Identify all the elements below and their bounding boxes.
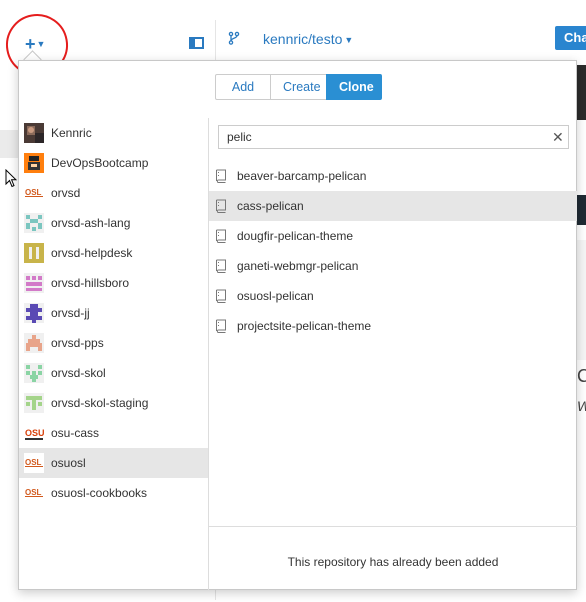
- account-label: Kennric: [51, 126, 92, 140]
- repo-icon: [216, 229, 226, 243]
- repository-name: dougfir-pelican-theme: [237, 229, 354, 243]
- identicon-icon: [24, 303, 44, 323]
- changes-button[interactable]: Cha: [555, 26, 586, 50]
- user-avatar: [24, 123, 44, 143]
- current-repository-link[interactable]: kennric/testo ▼: [263, 31, 353, 47]
- svg-text:OSL: OSL: [25, 458, 42, 467]
- account-label: orvsd-skol: [51, 366, 106, 380]
- account-label: orvsd-pps: [51, 336, 104, 350]
- account-label: orvsd-ash-lang: [51, 216, 131, 230]
- svg-text:OSL: OSL: [25, 188, 42, 197]
- repo-branch-icon: [228, 31, 240, 45]
- identicon-icon: [24, 243, 44, 263]
- account-item-orvsd[interactable]: OSL orvsd: [19, 178, 208, 208]
- repo-icon: [216, 199, 226, 213]
- osl-logo-icon: OSL: [24, 483, 44, 503]
- account-label: osuosl-cookbooks: [51, 486, 148, 500]
- svg-text:OSL: OSL: [25, 488, 42, 497]
- current-repository-name: kennric/testo: [263, 31, 343, 47]
- repository-list: beaver-barcamp-pelican cass-pelican doug…: [209, 161, 577, 341]
- sidebar-toggle-icon[interactable]: [189, 37, 204, 49]
- account-item-orvsd-hillsboro[interactable]: orvsd-hillsboro: [19, 268, 208, 298]
- identicon-icon: [24, 273, 44, 293]
- account-label: orvsd: [51, 186, 81, 200]
- identicon-icon: [24, 333, 44, 353]
- repo-icon: [216, 289, 226, 303]
- background-panel: [577, 195, 586, 225]
- repository-name: projectsite-pelican-theme: [237, 319, 372, 333]
- repo-icon: [216, 259, 226, 273]
- repository-item[interactable]: cass-pelican: [209, 191, 577, 221]
- account-label: DevOpsBootcamp: [51, 156, 149, 170]
- repository-name: cass-pelican: [237, 199, 304, 213]
- repository-item[interactable]: osuosl-pelican: [209, 281, 577, 311]
- repository-item[interactable]: projectsite-pelican-theme: [209, 311, 577, 341]
- account-label: osu-cass: [51, 426, 100, 440]
- account-item-devopsbootcamp[interactable]: DevOpsBootcamp: [19, 148, 208, 178]
- background-panel: [577, 65, 586, 120]
- repository-item[interactable]: ganeti-webmgr-pelican: [209, 251, 577, 281]
- account-label: orvsd-hillsboro: [51, 276, 130, 290]
- osl-logo-icon: OSL: [24, 183, 44, 203]
- background-text: W: [577, 398, 586, 414]
- account-item-orvsd-helpdesk[interactable]: orvsd-helpdesk: [19, 238, 208, 268]
- tab-bar: Add Create Clone: [215, 74, 382, 100]
- account-label: orvsd-jj: [51, 306, 90, 320]
- account-item-kennric[interactable]: Kennric: [19, 118, 208, 148]
- account-list: Kennric DevOpsBootcamp OSL orvsd orvsd-a…: [19, 118, 209, 590]
- background-panel: [0, 130, 18, 158]
- identicon-icon: [24, 363, 44, 383]
- divider: [209, 526, 577, 527]
- svg-text:OSU: OSU: [25, 428, 44, 438]
- tab-add[interactable]: Add: [215, 74, 271, 100]
- osu-logo-icon: OSU: [24, 423, 44, 443]
- mouse-cursor-icon: [5, 169, 17, 188]
- chevron-down-icon: ▼: [344, 35, 354, 45]
- background-text: C: [577, 366, 586, 386]
- account-label: osuosl: [51, 456, 86, 470]
- top-toolbar: [0, 0, 586, 60]
- account-item-osu-cass[interactable]: OSU osu-cass: [19, 418, 208, 448]
- account-item-osuosl[interactable]: OSL osuosl: [19, 448, 208, 478]
- account-item-orvsd-skol-staging[interactable]: orvsd-skol-staging: [19, 388, 208, 418]
- osl-logo-icon: OSL: [24, 453, 44, 473]
- repository-item[interactable]: dougfir-pelican-theme: [209, 221, 577, 251]
- repository-name: beaver-barcamp-pelican: [237, 169, 367, 183]
- tab-create[interactable]: Create: [270, 74, 327, 100]
- account-label: orvsd-skol-staging: [51, 396, 149, 410]
- account-label: orvsd-helpdesk: [51, 246, 133, 260]
- account-item-orvsd-skol[interactable]: orvsd-skol: [19, 358, 208, 388]
- account-item-osuosl-cookbooks[interactable]: OSL osuosl-cookbooks: [19, 478, 208, 508]
- identicon-icon: [24, 213, 44, 233]
- repository-name: ganeti-webmgr-pelican: [237, 259, 359, 273]
- identicon-icon: [24, 393, 44, 413]
- repository-item[interactable]: beaver-barcamp-pelican: [209, 161, 577, 191]
- repo-icon: [216, 169, 226, 183]
- background-panel: [577, 240, 586, 360]
- org-avatar: [24, 153, 44, 173]
- repository-filter-input[interactable]: pelic: [218, 125, 569, 149]
- repository-name: osuosl-pelican: [237, 289, 314, 303]
- repo-icon: [216, 319, 226, 333]
- clear-search-icon[interactable]: ✕: [552, 129, 564, 146]
- account-item-orvsd-ash-lang[interactable]: orvsd-ash-lang: [19, 208, 208, 238]
- account-item-orvsd-jj[interactable]: orvsd-jj: [19, 298, 208, 328]
- add-repository-popover: Add Create Clone Kennric DevOpsBootcamp …: [18, 60, 577, 590]
- account-item-orvsd-pps[interactable]: orvsd-pps: [19, 328, 208, 358]
- status-message: This repository has already been added: [287, 555, 499, 569]
- tab-clone[interactable]: Clone: [326, 74, 382, 100]
